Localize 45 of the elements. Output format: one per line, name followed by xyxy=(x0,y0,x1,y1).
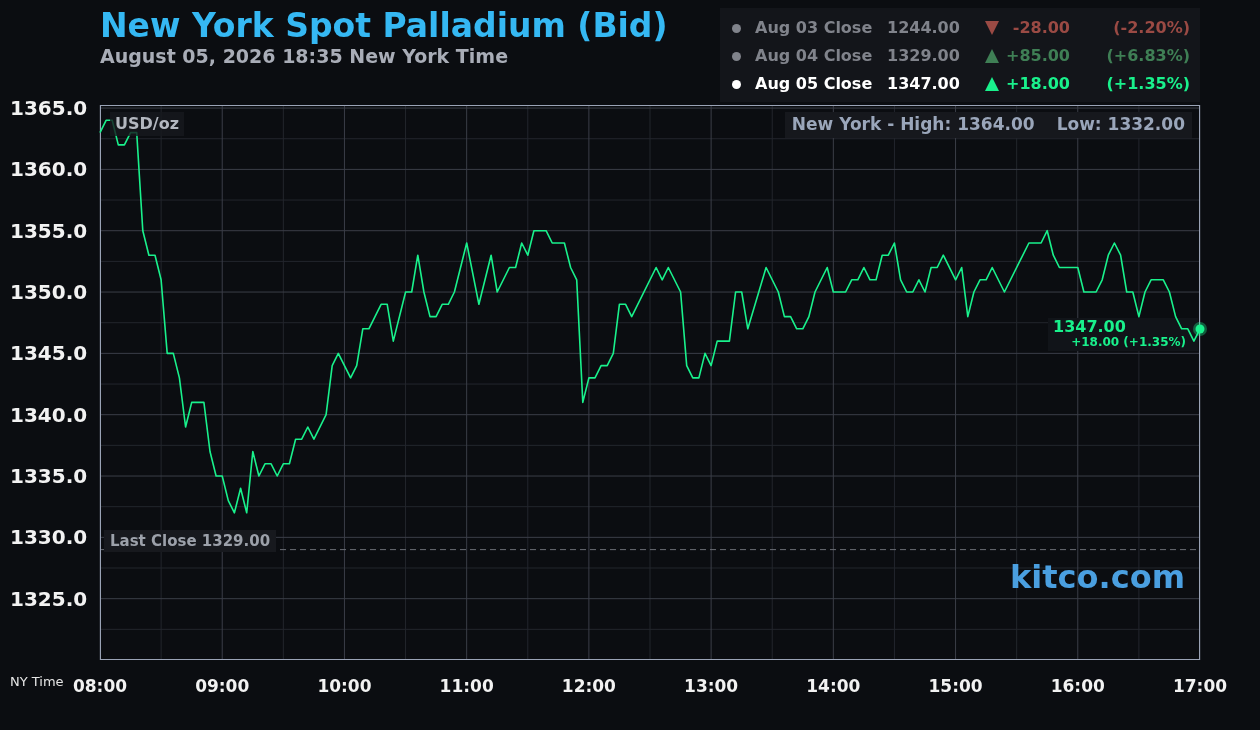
y-axis-label: 1365.0 xyxy=(10,96,89,121)
y-axis-label: 1340.0 xyxy=(10,402,89,427)
y-axis-label: 1335.0 xyxy=(10,464,89,488)
y-axis-label: 1350.0 xyxy=(10,280,89,305)
triangle-up-icon xyxy=(985,49,999,63)
last-change: +18.00 (+1.35%) xyxy=(1071,334,1186,349)
x-axis-label: 12:00 xyxy=(560,675,617,697)
session-high-label: New York - High: 1364.00 xyxy=(791,113,1035,137)
y-axis-label: 1360.0 xyxy=(10,157,89,182)
chart-subtitle: August 05, 2026 18:35 New York Time xyxy=(100,45,510,67)
y-axis-label: 1345.0 xyxy=(10,341,89,366)
legend-percent: (+1.35%) xyxy=(1105,74,1190,94)
chart-title: New York Spot Palladium (Bid) xyxy=(100,7,668,45)
x-axis-label: 11:00 xyxy=(438,675,495,697)
triangle-down-icon xyxy=(985,21,999,35)
x-axis-label: 13:00 xyxy=(683,675,740,697)
legend-value: 1329.00 xyxy=(887,46,961,66)
session-low-label: Low: 1332.00 xyxy=(1056,113,1185,137)
last-close-label: Last Close 1329.00 xyxy=(104,529,277,552)
last-price-marker-icon xyxy=(1193,321,1207,336)
legend-change: -28.00 xyxy=(1011,18,1070,38)
last-price: 1347.00 xyxy=(1053,317,1127,335)
legend-value: 1244.00 xyxy=(887,18,961,38)
legend-percent: (-2.20%) xyxy=(1112,18,1190,38)
legend-value: 1347.00 xyxy=(887,74,961,94)
x-axis-label: 14:00 xyxy=(805,675,862,697)
triangle-up-icon xyxy=(985,77,999,91)
y-axis-label: 1325.0 xyxy=(10,586,89,611)
x-axis-label: 10:00 xyxy=(316,675,373,697)
x-axis-label: 08:00 xyxy=(71,675,129,697)
x-axis-note: NY Time xyxy=(10,674,64,690)
legend-percent: (+6.83%) xyxy=(1105,46,1190,66)
x-axis-label: 16:00 xyxy=(1049,675,1106,697)
y-axis-label: 1330.0 xyxy=(10,525,89,550)
legend-label: Aug 03 Close xyxy=(755,18,874,38)
legend-label: Aug 04 Close xyxy=(755,46,874,66)
x-axis-label: 15:00 xyxy=(927,675,984,697)
unit-label: USD/oz xyxy=(110,112,184,136)
legend-change: +85.00 xyxy=(1005,46,1070,66)
x-axis-label: 09:00 xyxy=(194,675,251,697)
legend-label: Aug 05 Close xyxy=(755,74,874,94)
kitco-logo: kitco.com xyxy=(1010,557,1185,597)
y-axis-label: 1355.0 xyxy=(10,218,89,243)
legend-change: +18.00 xyxy=(1005,74,1070,94)
x-axis-label: 17:00 xyxy=(1171,675,1229,697)
